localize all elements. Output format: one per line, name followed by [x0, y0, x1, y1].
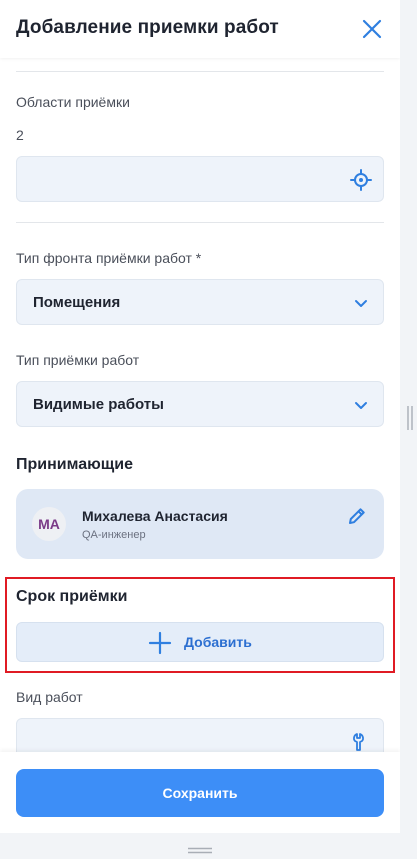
deadline-title: Срок приёмки [16, 588, 128, 605]
areas-label: Области приёмки [16, 94, 130, 110]
panel-footer: Сохранить [0, 752, 400, 833]
panel-title: Добавление приемки работ [16, 17, 279, 38]
chevron-down-icon[interactable] [350, 394, 372, 416]
front-type-select[interactable]: Помещения [16, 279, 384, 325]
add-deadline-button[interactable]: Добавить [16, 622, 384, 662]
pencil-edit-icon[interactable] [346, 505, 368, 527]
wrench-icon[interactable] [350, 731, 372, 753]
divider [16, 71, 384, 72]
close-icon[interactable] [360, 17, 384, 41]
divider [16, 222, 384, 223]
panel-header: Добавление приемки работ [0, 0, 400, 58]
vertical-resize-handle[interactable] [406, 405, 414, 431]
horizontal-resize-handle[interactable] [187, 841, 213, 854]
front-type-label: Тип фронта приёмки работ * [16, 250, 202, 266]
avatar: МА [32, 507, 66, 541]
acceptor-card[interactable]: МА Михалева Анастасия QA-инженер [16, 489, 384, 559]
areas-count: 2 [16, 127, 24, 143]
add-acceptance-panel: Добавление приемки работ Области приёмки… [0, 0, 400, 833]
work-type-label: Вид работ [16, 689, 83, 705]
chevron-down-icon[interactable] [350, 292, 372, 314]
acceptors-title: Принимающие [16, 456, 134, 473]
plus-icon [148, 631, 172, 655]
save-button[interactable]: Сохранить [16, 769, 384, 817]
add-deadline-label: Добавить [184, 634, 252, 650]
acceptor-name: Михалева Анастасия [82, 508, 228, 524]
crosshair-location-icon[interactable] [350, 169, 372, 191]
acceptance-type-value: Видимые работы [33, 396, 164, 413]
areas-field[interactable] [16, 156, 384, 202]
acceptance-type-label: Тип приёмки работ [16, 352, 140, 368]
front-type-value: Помещения [33, 294, 121, 311]
acceptor-role: QA-инженер [82, 529, 146, 541]
acceptance-type-select[interactable]: Видимые работы [16, 381, 384, 427]
